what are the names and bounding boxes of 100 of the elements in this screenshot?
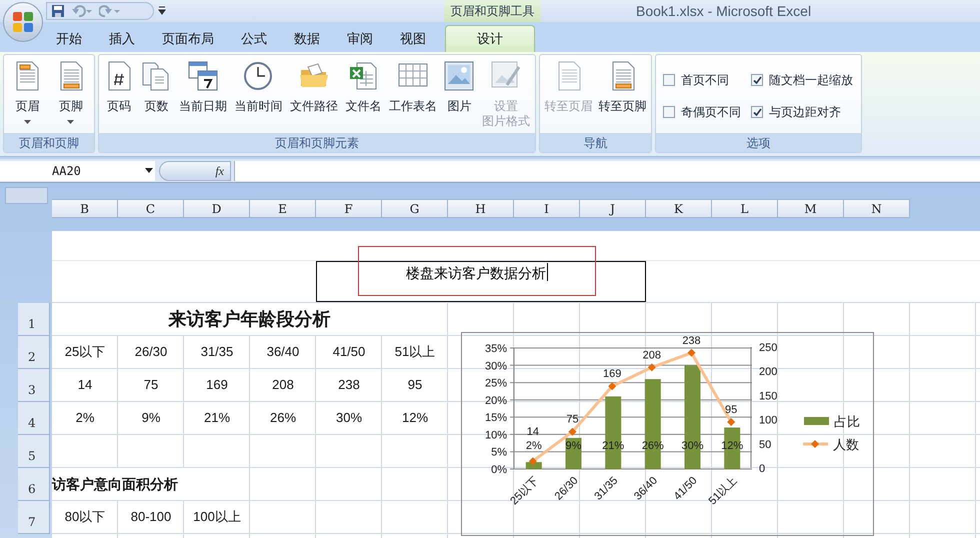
ribbon-button[interactable]: 工作表名: [386, 59, 440, 114]
header-page-icon: [14, 61, 40, 91]
data-label: 9%: [566, 440, 582, 452]
column-header[interactable]: L: [712, 199, 778, 218]
row-header[interactable]: 4: [18, 402, 50, 435]
data-label: 2%: [526, 440, 542, 452]
picture-icon: [444, 61, 474, 91]
legend-swatch: [804, 417, 829, 425]
pages-icon: [141, 61, 172, 91]
checkbox[interactable]: [751, 74, 763, 86]
option-checkbox[interactable]: 首页不同: [663, 71, 751, 89]
option-checkbox[interactable]: 随文档一起缩放: [751, 71, 861, 89]
axis-tick-label: 5%: [491, 446, 507, 459]
table-cell-text: 80-100: [130, 508, 172, 526]
insert-function-button[interactable]: fx: [159, 160, 231, 180]
axis-tick-label: 50: [759, 438, 772, 451]
data-label: 238: [682, 334, 701, 347]
ribbon-tab[interactable]: 视图: [388, 25, 438, 52]
table-cell-text: 25以下: [64, 343, 106, 362]
option-checkbox[interactable]: 与页边距对齐: [751, 103, 861, 121]
redo-icon[interactable]: [99, 4, 121, 18]
option-checkbox[interactable]: 奇偶页不同: [663, 103, 751, 121]
ribbon-button[interactable]: 图片: [441, 59, 478, 114]
table-cell-text: 238: [338, 376, 360, 394]
column-header[interactable]: M: [778, 199, 844, 218]
column-header[interactable]: I: [514, 199, 580, 218]
checkbox[interactable]: [663, 106, 675, 118]
ribbon-tab[interactable]: 插入: [97, 25, 147, 52]
column-header[interactable]: J: [580, 199, 646, 218]
ribbon-tab[interactable]: 页面布局: [150, 25, 226, 52]
row-header[interactable]: 6: [18, 468, 50, 501]
column-header[interactable]: D: [184, 199, 250, 218]
row-header[interactable]: 1: [18, 303, 50, 336]
table-cell-text: 26%: [270, 409, 296, 428]
page-footer-icon: [610, 61, 636, 91]
point-marker: [528, 457, 537, 466]
ribbon-button[interactable]: 页脚: [50, 59, 92, 124]
point-marker: [568, 428, 576, 436]
formula-input[interactable]: [234, 160, 980, 180]
table-cell-text: 80以下: [64, 508, 106, 526]
column-header[interactable]: E: [250, 199, 316, 218]
row-header[interactable]: 7: [18, 501, 50, 534]
table-cell-text: 41/50: [332, 343, 366, 362]
save-icon[interactable]: [51, 4, 65, 18]
category-label: 25以下: [508, 474, 541, 508]
column-header[interactable]: K: [646, 199, 712, 218]
ribbon-button[interactable]: 页眉: [6, 59, 48, 124]
checkbox[interactable]: [751, 106, 763, 118]
column-header[interactable]: G: [382, 199, 448, 218]
customize-caret-icon[interactable]: [158, 6, 166, 15]
page-number-icon: [106, 61, 132, 91]
ribbon-button[interactable]: 页码: [101, 59, 137, 114]
table-cell-text: 26/30: [134, 343, 168, 362]
table-cell-text: 51以上: [394, 343, 436, 362]
ribbon-button[interactable]: 文件路径: [286, 59, 341, 114]
table-cell-text: 2%: [76, 409, 94, 428]
ribbon-button[interactable]: 当前时间: [231, 59, 286, 114]
row-header[interactable]: 2: [18, 336, 50, 369]
legend-label: 人数: [833, 437, 859, 452]
axis-tick-label: 35%: [484, 343, 507, 355]
ribbon-button[interactable]: 转至页脚: [596, 59, 649, 114]
axis-tick-label: 10%: [484, 429, 507, 442]
column-header[interactable]: F: [316, 199, 382, 218]
column-header[interactable]: C: [118, 199, 184, 218]
axis-tick-label: 150: [759, 390, 778, 402]
row-header[interactable]: 3: [18, 369, 50, 402]
point-marker: [608, 382, 616, 390]
data-label: 14: [526, 426, 539, 438]
column-header[interactable]: N: [844, 199, 910, 218]
legend-label: 占比: [834, 414, 860, 429]
undo-icon[interactable]: [71, 4, 93, 18]
ribbon-tab[interactable]: 公式: [229, 25, 279, 52]
table-cell-text: 36/40: [266, 343, 300, 362]
axis-tick-label: 200: [759, 366, 778, 378]
legend-line-icon: [803, 440, 828, 448]
ribbon-button[interactable]: 当前日期: [176, 59, 230, 114]
ribbon-tab[interactable]: 开始: [44, 25, 94, 52]
row-header[interactable]: 5: [18, 435, 50, 468]
ribbon-tab[interactable]: 审阅: [335, 25, 385, 52]
name-box[interactable]: AA20: [0, 160, 155, 180]
table-cell-text: 208: [272, 376, 294, 394]
ribbon-tab[interactable]: 设计: [445, 25, 535, 52]
footer-page-icon: [58, 61, 84, 91]
table-cell-text: 12%: [402, 409, 428, 428]
column-header[interactable]: B: [52, 199, 118, 218]
spreadsheet-file-icon: [348, 61, 378, 91]
group-label: 导航: [540, 133, 651, 152]
dropdown-caret-icon[interactable]: [145, 168, 153, 172]
ribbon-tab[interactable]: 数据: [282, 25, 332, 52]
data-label: 75: [566, 414, 579, 426]
ribbon-button[interactable]: 文件名: [342, 59, 384, 114]
data-label: 208: [642, 349, 662, 362]
ribbon-button[interactable]: 页数: [138, 59, 174, 114]
point-marker: [688, 348, 696, 357]
column-header[interactable]: H: [448, 199, 514, 218]
bar: [566, 438, 582, 469]
checkbox[interactable]: [663, 74, 675, 86]
office-logo-icon: [11, 10, 35, 34]
header-edit-field[interactable]: 楼盘来访客户数据分析: [358, 246, 596, 296]
axis-tick-label: 0%: [491, 464, 507, 476]
